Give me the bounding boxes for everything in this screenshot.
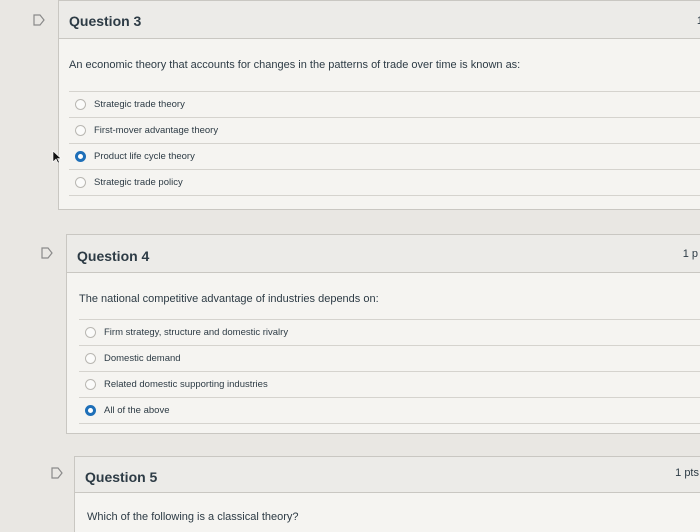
radio-button[interactable]	[85, 353, 96, 364]
answer-option[interactable]: Strategic trade policy	[69, 170, 700, 196]
question-points: 1 p	[682, 248, 698, 260]
radio-button-selected[interactable]	[85, 405, 96, 416]
radio-button[interactable]	[75, 125, 86, 136]
question-4-header: Question 4 1 p	[67, 235, 700, 273]
answer-label: Domestic demand	[104, 353, 181, 364]
answer-option[interactable]: Product life cycle theory	[69, 144, 700, 170]
question-5-header: Question 5 1 pts	[75, 457, 700, 493]
answer-option[interactable]: Domestic demand	[79, 346, 700, 372]
radio-button[interactable]	[75, 99, 86, 110]
answer-label: Strategic trade policy	[94, 177, 183, 188]
answer-label: Strategic trade theory	[94, 99, 185, 110]
radio-button[interactable]	[85, 379, 96, 390]
question-title: Question 4	[77, 248, 150, 264]
question-5: Question 5 1 pts Which of the following …	[74, 456, 700, 532]
question-title: Question 5	[85, 469, 158, 485]
answer-option[interactable]: Strategic trade theory	[69, 92, 700, 118]
question-text: The national competitive advantage of in…	[79, 293, 379, 305]
question-4: Question 4 1 p The national competitive …	[66, 234, 700, 434]
answer-option[interactable]: All of the above	[79, 398, 700, 424]
answer-option[interactable]: Firm strategy, structure and domestic ri…	[79, 320, 700, 346]
answer-list: Firm strategy, structure and domestic ri…	[79, 319, 700, 424]
question-3-header: Question 3 1	[59, 1, 700, 39]
answer-label: Related domestic supporting industries	[104, 379, 268, 390]
question-points: 1 pts	[675, 467, 699, 479]
mouse-pointer-icon	[52, 150, 62, 169]
answer-label: First-mover advantage theory	[94, 125, 219, 136]
question-text: An economic theory that accounts for cha…	[69, 59, 521, 71]
flag-question-3-icon[interactable]	[32, 13, 46, 27]
question-title: Question 3	[69, 13, 142, 29]
answer-label: Product life cycle theory	[94, 151, 195, 162]
flag-question-4-icon[interactable]	[40, 246, 54, 260]
answer-option[interactable]: Related domestic supporting industries	[79, 372, 700, 398]
answer-label: All of the above	[104, 405, 170, 416]
radio-button[interactable]	[85, 327, 96, 338]
radio-button-selected[interactable]	[75, 151, 86, 162]
question-text: Which of the following is a classical th…	[87, 511, 299, 523]
question-3: Question 3 1 An economic theory that acc…	[58, 0, 700, 210]
flag-question-5-icon[interactable]	[50, 466, 64, 480]
answer-option[interactable]: First-mover advantage theory	[69, 118, 700, 144]
radio-button[interactable]	[75, 177, 86, 188]
quiz-page: Question 3 1 An economic theory that acc…	[0, 0, 700, 532]
answer-list: Strategic trade theory First-mover advan…	[69, 91, 700, 196]
answer-label: Firm strategy, structure and domestic ri…	[104, 327, 289, 338]
